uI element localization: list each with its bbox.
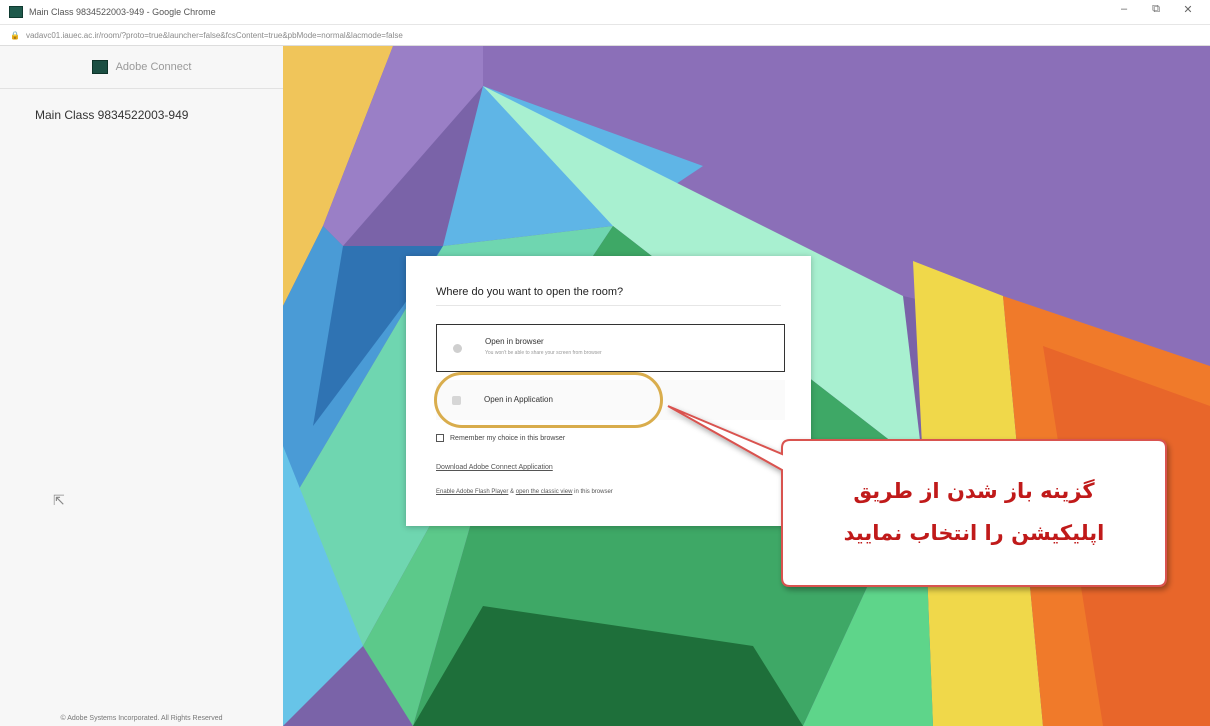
callout-line-2: اپلیکیشن را انتخاب نمایید	[843, 521, 1105, 545]
callout-line-1: گزینه باز شدن از طریق	[853, 479, 1095, 503]
callout-text: گزینه باز شدن از طریق اپلیکیشن را انتخاب…	[782, 440, 1166, 586]
callout-bubble	[667, 405, 1167, 587]
